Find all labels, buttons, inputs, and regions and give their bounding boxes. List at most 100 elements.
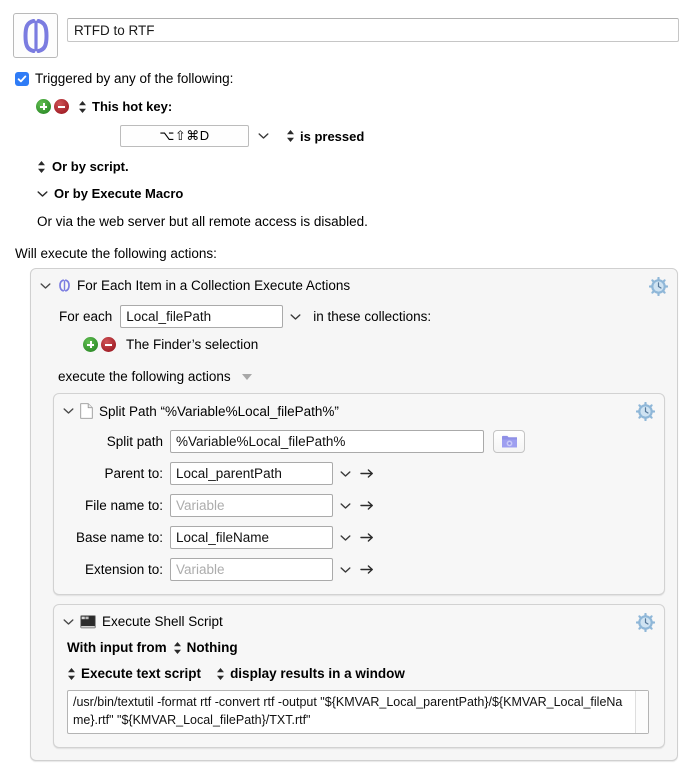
base-name-to-input[interactable]: Local_fileName: [170, 526, 333, 549]
script-scrollbar[interactable]: [635, 691, 648, 733]
split-path-disclosure-icon[interactable]: [63, 407, 75, 415]
shell-script-disclosure-icon[interactable]: [63, 618, 75, 626]
script-textarea-wrapper[interactable]: /usr/bin/textutil -format rtf -convert r…: [67, 690, 649, 734]
split-path-input[interactable]: %Variable%Local_filePath%: [170, 430, 484, 453]
split-path-header[interactable]: Split Path “%Variable%Local_filePath%”: [54, 394, 664, 419]
base-name-to-chevron[interactable]: [340, 534, 351, 542]
web-server-note: Or via the web server but all remote acc…: [37, 214, 368, 229]
hotkey-type-stepper[interactable]: [78, 100, 87, 114]
gear-clock-icon: [649, 277, 668, 296]
results-mode-group: display results in a window: [216, 666, 405, 681]
base-name-to-label: Base name to:: [75, 530, 163, 545]
execute-following-row[interactable]: execute the following actions: [58, 369, 677, 384]
or-by-script-row[interactable]: Or by script.: [37, 159, 679, 174]
chevron-down-icon: [340, 470, 351, 477]
split-path-action-card[interactable]: Split Path “%Variable%Local_filePath%” S…: [53, 393, 665, 595]
execute-following-label: execute the following actions: [58, 369, 231, 384]
script-textarea[interactable]: /usr/bin/textutil -format rtf -convert r…: [68, 691, 635, 733]
macro-icon[interactable]: [13, 13, 58, 58]
chevron-down-icon: [258, 133, 269, 139]
for-each-action-group[interactable]: For Each Item in a Collection Execute Ac…: [30, 268, 678, 761]
execute-mode-stepper[interactable]: [67, 667, 76, 681]
or-by-execute-macro-label: Or by Execute Macro: [54, 186, 184, 201]
file-name-to-input[interactable]: Variable: [170, 494, 333, 517]
chevron-down-icon: [40, 282, 51, 289]
stepper-icon: [38, 160, 45, 173]
with-input-from-row: With input from Nothing: [67, 640, 664, 655]
execute-mode-value[interactable]: Execute text script: [81, 666, 201, 681]
arrow-right-icon: [360, 501, 373, 510]
actions-intro-label: Will execute the following actions:: [15, 246, 217, 261]
parent-to-arrow-icon[interactable]: [360, 468, 374, 479]
stepper-icon: [68, 667, 75, 680]
split-path-field-label: Split path: [106, 434, 163, 449]
chevron-down-icon: [37, 190, 48, 197]
shell-script-header[interactable]: Execute Shell Script: [54, 605, 664, 629]
extension-to-chevron[interactable]: [340, 566, 351, 574]
macro-header: RTFD to RTF: [0, 0, 689, 58]
for-each-label: For each: [59, 309, 113, 324]
for-each-variable-chevron[interactable]: [290, 313, 301, 321]
hotkey-trigger-label: This hot key:: [92, 99, 173, 114]
with-input-from-value[interactable]: Nothing: [187, 640, 238, 655]
with-input-from-stepper[interactable]: [173, 641, 182, 655]
shell-script-gear-icon[interactable]: [636, 613, 655, 632]
split-path-title: Split Path “%Variable%Local_filePath%”: [99, 403, 339, 419]
hotkey-input[interactable]: ⌥⇧⌘D: [120, 125, 249, 147]
checkmark-icon: [17, 75, 27, 83]
script-mode-row: Execute text script display results in a…: [67, 666, 664, 681]
for-each-curly-braces-icon: [57, 278, 72, 293]
base-name-to-arrow-icon[interactable]: [360, 532, 374, 543]
for-each-variable-row: For each Local_filePath in these collect…: [59, 305, 677, 328]
curly-braces-icon: [22, 18, 49, 53]
remove-trigger-button[interactable]: [54, 99, 69, 114]
collection-item-row: The Finder’s selection: [83, 337, 677, 352]
or-by-execute-macro-row[interactable]: Or by Execute Macro: [37, 186, 679, 201]
hotkey-field-row: ⌥⇧⌘D is pressed: [120, 125, 679, 147]
gear-clock-icon: [636, 613, 655, 632]
split-path-field-row: Split path %Variable%Local_filePath%: [54, 430, 664, 453]
hotkey-condition-label: is pressed: [300, 128, 365, 144]
extension-to-input[interactable]: Variable: [170, 558, 333, 581]
in-these-collections-label: in these collections:: [313, 309, 432, 324]
for-each-header[interactable]: For Each Item in a Collection Execute Ac…: [31, 269, 677, 293]
extension-to-arrow-icon[interactable]: [360, 564, 374, 575]
triggered-by-checkbox[interactable]: [15, 72, 29, 86]
parent-to-chevron[interactable]: [340, 470, 351, 478]
parent-to-label: Parent to:: [104, 466, 163, 481]
add-collection-button[interactable]: [83, 337, 98, 352]
split-path-gear-icon[interactable]: [636, 402, 655, 421]
with-input-from-label: With input from: [67, 640, 167, 655]
split-path-folder-button[interactable]: [493, 430, 525, 453]
execute-following-triangle-icon[interactable]: [241, 373, 252, 380]
hotkey-dropdown-chevron[interactable]: [258, 132, 269, 140]
shell-script-terminal-icon: [80, 614, 96, 629]
shell-script-title: Execute Shell Script: [102, 614, 223, 629]
hotkey-condition-stepper[interactable]: [286, 129, 295, 143]
arrow-right-icon: [360, 565, 373, 574]
stepper-icon: [217, 667, 225, 680]
file-name-to-arrow-icon[interactable]: [360, 500, 374, 511]
execute-shell-script-action-card[interactable]: Execute Shell Script With input from Not…: [53, 604, 665, 748]
macro-title-input[interactable]: RTFD to RTF: [67, 18, 679, 42]
remove-collection-button[interactable]: [101, 337, 116, 352]
chevron-down-icon: [340, 534, 351, 541]
chevron-down-icon: [340, 566, 351, 573]
trigger-section: Triggered by any of the following: This …: [0, 71, 689, 229]
results-mode-stepper[interactable]: [216, 667, 225, 681]
triggered-by-label: Triggered by any of the following:: [35, 71, 234, 86]
arrow-right-icon: [360, 533, 373, 542]
for-each-variable-input[interactable]: Local_filePath: [120, 305, 284, 328]
folder-gear-icon: [501, 435, 517, 447]
file-name-to-chevron[interactable]: [340, 502, 351, 510]
for-each-gear-icon[interactable]: [649, 277, 668, 296]
stepper-icon: [173, 641, 181, 654]
add-trigger-button[interactable]: [36, 99, 51, 114]
chevron-down-icon: [340, 502, 351, 509]
results-mode-value[interactable]: display results in a window: [230, 666, 405, 681]
parent-to-input[interactable]: Local_parentPath: [170, 462, 333, 485]
chevron-down-icon: [63, 618, 74, 625]
or-by-execute-macro-chevron[interactable]: [37, 190, 48, 198]
or-by-script-stepper[interactable]: [37, 160, 46, 174]
for-each-disclosure-icon[interactable]: [40, 282, 52, 290]
